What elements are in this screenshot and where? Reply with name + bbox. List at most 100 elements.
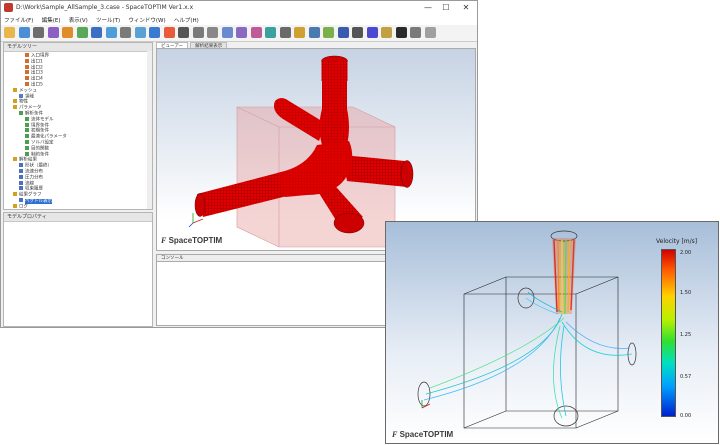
toolbar-icon-button[interactable]	[265, 27, 276, 38]
tree-item-label: 収束履歴	[25, 186, 43, 192]
menu-help[interactable]: ヘルプ(H)	[171, 15, 202, 25]
legend-tick: 1.50	[680, 290, 692, 296]
toolbar-icon-button[interactable]	[323, 27, 334, 38]
toolbar-icon-button[interactable]	[134, 27, 146, 38]
menu-edit[interactable]: 編集(E)	[39, 15, 64, 25]
title-bar: D:\Work\Sample_AllSample_3.case - SpaceT…	[1, 1, 477, 16]
model-properties-panel: モデルプロパティ	[3, 212, 153, 327]
viewer-tabs: ビューアー 解析結果表示	[156, 41, 228, 50]
popup-brand-text: SpaceTOPTIM	[399, 430, 454, 439]
toolbar-icon-button[interactable]	[120, 27, 131, 38]
tree-node-icon	[25, 82, 29, 86]
tree-item-label: 流体モデル	[31, 117, 54, 123]
window-title: D:\Work\Sample_AllSample_3.case - SpaceT…	[16, 4, 194, 11]
tree-item-label: ログ	[19, 204, 28, 210]
brand-mark-icon: F	[161, 236, 167, 245]
tree-item-label: パラメータ	[19, 105, 42, 111]
toolbar-icon-button[interactable]	[149, 27, 160, 38]
tree-node-icon	[25, 58, 29, 63]
result-viewer-window: Velocity [m/s] 2.00 1.50 1.25 0.57 0.00 …	[385, 221, 719, 444]
toolbar-icon-button[interactable]	[221, 27, 233, 38]
tree-item-label: 出口3	[31, 70, 43, 76]
tree-node-icon	[13, 99, 17, 104]
toolbar-icon-button[interactable]	[395, 27, 407, 38]
toolbar-icon-button[interactable]	[18, 27, 30, 38]
toolbar-icon-button[interactable]	[294, 27, 305, 38]
tree-item-label: 出口1	[31, 59, 43, 65]
app-logo-icon	[4, 3, 13, 12]
tree-node-icon	[13, 203, 17, 208]
model-tree-header: モデルツリー	[4, 43, 152, 52]
toolbar-icon-button[interactable]	[105, 27, 117, 38]
toolbar-icon-button[interactable]	[250, 27, 262, 38]
toolbar-icon-button[interactable]	[33, 27, 44, 38]
model-properties-header: モデルプロパティ	[4, 213, 152, 222]
menu-view[interactable]: 表示(V)	[66, 15, 91, 25]
tree-node-icon	[19, 169, 23, 173]
tree-item-label: 形状（最終）	[25, 163, 52, 169]
toolbar-icon-button[interactable]	[207, 27, 218, 38]
menu-bar: ファイル(F) 編集(E) 表示(V) ツール(T) ウィンドウ(W) ヘルプ(…	[1, 15, 477, 25]
menu-file[interactable]: ファイル(F)	[1, 15, 36, 25]
toolbar-icon-button[interactable]	[91, 27, 102, 38]
tree-node-icon	[25, 128, 29, 133]
tree-node-icon	[13, 157, 17, 162]
tree-item[interactable]: ログ	[13, 203, 28, 210]
close-button[interactable]: ✕	[459, 2, 473, 13]
tree-item-label: 初期条件	[31, 128, 49, 134]
brand-text: SpaceTOPTIM	[168, 236, 223, 245]
toolbar	[1, 25, 477, 42]
toolbar-icon-button[interactable]	[4, 27, 15, 38]
tree-item-label: 流線	[25, 181, 34, 187]
tree-item-label: 結果グラフ	[19, 192, 42, 198]
tree-item-label: 出口4	[31, 76, 43, 82]
toolbar-icon-button[interactable]	[410, 27, 421, 38]
tree-item-label: 解析条件	[25, 111, 43, 117]
legend-title: Velocity [m/s]	[656, 238, 698, 245]
tree-node-icon	[25, 70, 29, 75]
tree-node-icon	[25, 145, 29, 150]
tree-node-icon	[13, 192, 17, 197]
velocity-colorbar	[661, 249, 676, 417]
pipe-model-render	[188, 55, 414, 248]
legend-tick: 2.00	[680, 250, 692, 256]
toolbar-icon-button[interactable]	[337, 27, 349, 38]
tree-item-label: 出口2	[31, 65, 43, 71]
legend-tick: 0.57	[680, 374, 692, 380]
toolbar-icon-button[interactable]	[308, 27, 320, 38]
tree-node-icon	[19, 180, 23, 185]
tree-node-icon	[25, 134, 29, 139]
tree-item-label: 領域	[25, 94, 34, 100]
tree-node-icon	[19, 186, 23, 191]
maximize-button[interactable]: ☐	[439, 2, 453, 13]
tree-item-label: 圧力分布	[25, 175, 43, 181]
tree-node-icon	[13, 87, 17, 92]
toolbar-icon-button[interactable]	[76, 27, 88, 38]
toolbar-icon-button[interactable]	[192, 27, 204, 38]
toolbar-icon-button[interactable]	[62, 27, 73, 38]
tree-node-icon	[19, 198, 23, 202]
minimize-button[interactable]: —	[421, 2, 435, 13]
toolbar-icon-button[interactable]	[424, 27, 436, 38]
tree-node-icon	[19, 93, 23, 98]
menu-tools[interactable]: ツール(T)	[93, 15, 123, 25]
toolbar-icon-button[interactable]	[47, 27, 59, 38]
toolbar-icon-button[interactable]	[236, 27, 247, 38]
tree-item-label: 境界条件	[31, 123, 49, 129]
tree-item-label: 最適化パラメータ	[31, 134, 67, 140]
tree-scrollbar[interactable]	[147, 51, 152, 209]
toolbar-icon-button[interactable]	[163, 27, 175, 38]
toolbar-icon-button[interactable]	[279, 27, 291, 38]
toolbar-icon-button[interactable]	[352, 27, 363, 38]
legend-tick: 0.00	[680, 413, 692, 419]
tree-item-label: メッシュ	[19, 88, 37, 94]
toolbar-icon-button[interactable]	[366, 27, 378, 38]
tree-item-label: 制約条件	[31, 152, 49, 158]
tree-item-label: ベクトル表示	[25, 198, 52, 204]
model-tree-panel: モデルツリー 入口境界 出口1 出口2 出口3 出口4 出口5 メッシュ 領域 物性 パラメータ解…	[3, 42, 153, 210]
toolbar-icon-button[interactable]	[381, 27, 392, 38]
tree-node-icon	[25, 116, 29, 121]
legend-tick: 1.25	[680, 332, 692, 338]
menu-window[interactable]: ウィンドウ(W)	[125, 15, 168, 25]
toolbar-icon-button[interactable]	[178, 27, 189, 38]
